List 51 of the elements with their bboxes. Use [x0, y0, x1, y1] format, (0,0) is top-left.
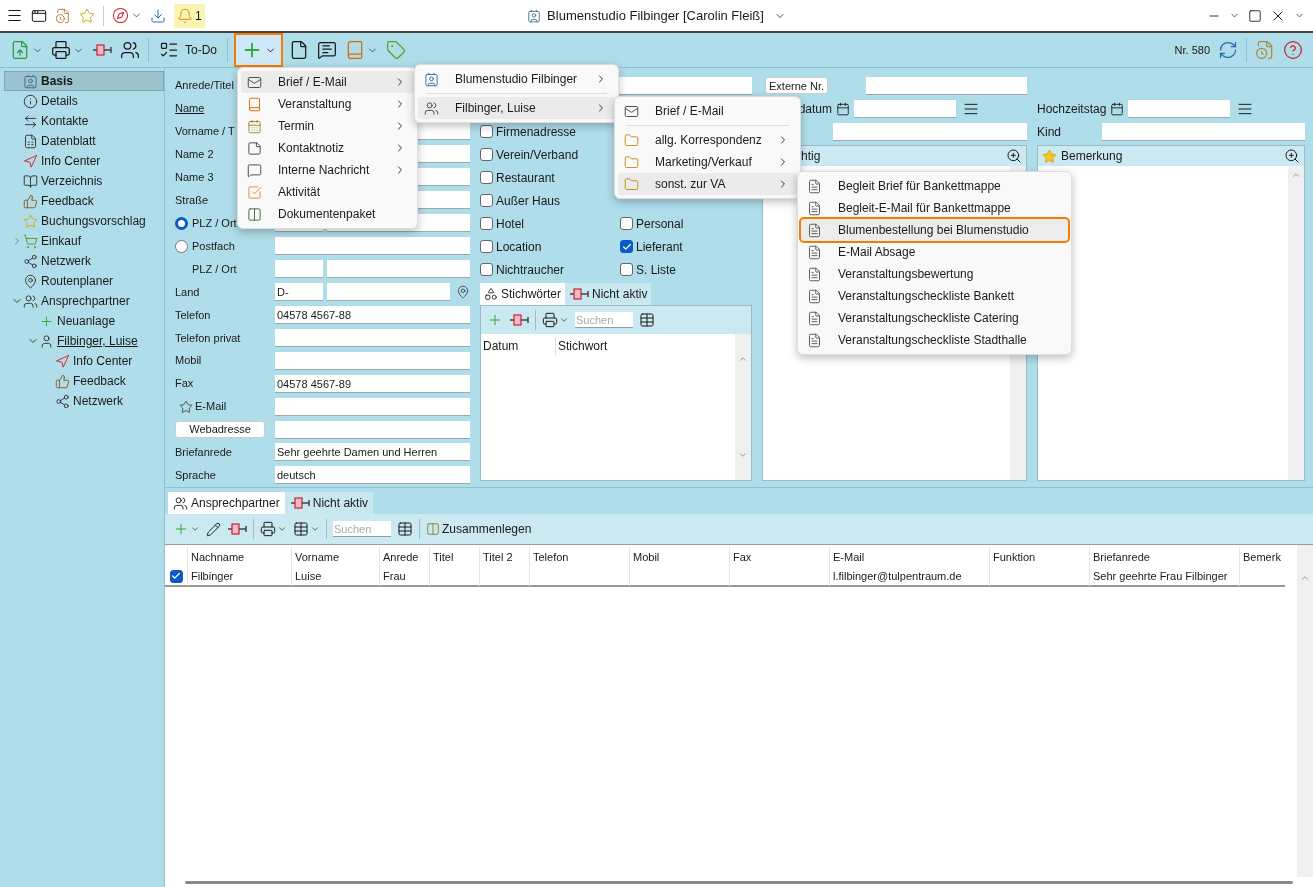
field-label: Mobil — [175, 354, 202, 367]
checkbox-label: Hotel — [496, 215, 524, 233]
column-header: Mobil — [629, 547, 729, 567]
field-label: Telefon — [175, 308, 211, 321]
table-cell: Sehr geehrte Frau Filbinger — [1093, 570, 1228, 582]
table-cell: Luise — [295, 570, 322, 582]
column-header: Titel 2 — [479, 547, 529, 567]
checkbox-label: Personal — [636, 215, 684, 233]
field-label: Fax — [175, 377, 194, 390]
window-title: Blumenstudio Filbinger [Carolin Fleiß] — [547, 6, 764, 25]
field-label: Briefanrede — [175, 446, 232, 459]
column-header: E-Mail — [829, 547, 989, 567]
field-label: PLZ / Ort — [192, 215, 237, 231]
column-header: Stichwort — [557, 338, 609, 355]
field-label: Postfach — [192, 238, 235, 254]
checkbox-label: S. Liste — [636, 261, 677, 279]
column-header: Vorname — [291, 547, 379, 567]
panel-title: htig — [801, 148, 822, 165]
column-header: Nachname — [187, 547, 291, 567]
field-label: E-Mail — [195, 399, 227, 415]
column-header: Anrede — [379, 547, 429, 567]
table-cell: Filbinger — [191, 570, 234, 582]
field-label: Land — [175, 285, 200, 298]
column-header: Datum — [481, 337, 556, 355]
column-header: Briefanrede — [1089, 547, 1239, 567]
column-header: Funktion — [989, 547, 1089, 567]
checkbox-label: Restaurant — [496, 169, 555, 187]
field-label: PLZ / Ort — [191, 262, 237, 275]
column-header: Fax — [729, 547, 829, 567]
panel-title: Bemerkung — [1061, 148, 1124, 165]
record-number: Nr. 580 — [1174, 42, 1210, 58]
checkbox-label: Verein/Verband — [496, 146, 579, 164]
field-label: Anrede/Titel — [175, 79, 234, 92]
field-label: Name 2 — [175, 148, 214, 161]
column-header: Bemerk — [1239, 547, 1285, 567]
column-header: Telefon — [529, 547, 629, 567]
field-label: Hochzeitstag — [1037, 100, 1107, 118]
column-header: Titel — [429, 547, 479, 567]
table-cell: Frau — [383, 570, 406, 582]
field-label: Sprache — [175, 469, 216, 482]
field-label: Vorname / T — [175, 125, 235, 138]
field-label: Telefon privat — [175, 331, 241, 344]
field-label: Name 3 — [175, 170, 214, 183]
checkbox-label: Außer Haus — [496, 192, 561, 210]
checkbox-label: Firmenadresse — [496, 123, 577, 141]
field-label: Kind — [1037, 123, 1063, 141]
checkbox-label: Location — [496, 238, 542, 256]
field-label: Straße — [175, 193, 208, 206]
table-cell: l.filbinger@tulpentraum.de — [833, 570, 962, 582]
checkbox-label: Nichtraucher — [496, 261, 565, 279]
checkbox-label: Lieferant — [636, 238, 683, 256]
